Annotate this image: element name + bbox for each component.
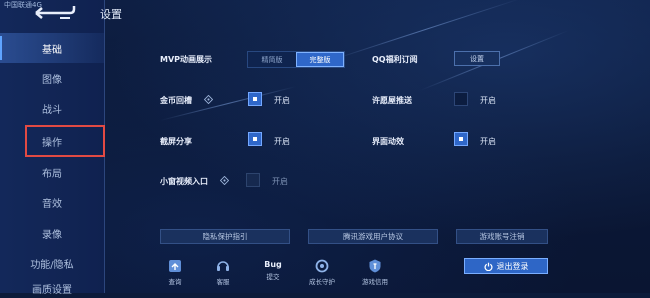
coin-state: 开启 bbox=[274, 96, 290, 105]
power-icon bbox=[483, 262, 493, 271]
sidebar-item-sound[interactable]: 音效 bbox=[0, 187, 104, 217]
page-title: 设置 bbox=[100, 8, 122, 21]
sidebar-item-privacy[interactable]: 功能/隐私 bbox=[0, 248, 104, 278]
info-icon[interactable] bbox=[204, 95, 213, 104]
sidebar-item-battle[interactable]: 战斗 bbox=[0, 93, 104, 123]
window-label: 小窗视频入口 bbox=[160, 177, 208, 186]
coin-label: 金币回槽 bbox=[160, 96, 192, 105]
window-state: 开启 bbox=[272, 177, 288, 186]
anim-label: 界面动效 bbox=[372, 137, 404, 146]
back-icon[interactable] bbox=[30, 4, 76, 22]
logout-button[interactable]: 退出登录 bbox=[464, 258, 548, 274]
growth-guard-icon bbox=[315, 259, 329, 273]
sidebar-item-basic[interactable]: 基础 bbox=[0, 33, 104, 63]
anim-state: 开启 bbox=[480, 137, 496, 146]
qq-settings-button[interactable]: 设置 bbox=[454, 51, 500, 66]
bottom-credit[interactable]: 游戏信用 bbox=[357, 258, 393, 286]
bottom-bug[interactable]: Bug 提交 bbox=[255, 258, 291, 281]
sidebar-item-layout[interactable]: 布局 bbox=[0, 157, 104, 187]
mvp-option-lite[interactable]: 精简版 bbox=[248, 52, 296, 67]
mvp-option-full[interactable]: 完整版 bbox=[296, 52, 344, 67]
window-checkbox[interactable] bbox=[246, 173, 260, 187]
wish-label: 许愿屋推送 bbox=[372, 96, 412, 105]
mvp-label: MVP动画展示 bbox=[160, 55, 213, 64]
wish-state: 开启 bbox=[480, 96, 496, 105]
account-cancel-button[interactable]: 游戏账号注销 bbox=[456, 229, 548, 244]
sidebar-item-quality[interactable]: 画质设置 bbox=[0, 278, 104, 298]
bottom-growth[interactable]: 成长守护 bbox=[304, 258, 340, 286]
privacy-guide-button[interactable]: 隐私保护指引 bbox=[160, 229, 290, 244]
bottom-service[interactable]: 客服 bbox=[205, 258, 241, 286]
sidebar-item-recording[interactable]: 录像 bbox=[0, 218, 104, 248]
sidebar-item-image[interactable]: 图像 bbox=[0, 63, 104, 93]
qq-label: QQ福利订阅 bbox=[372, 55, 418, 64]
share-label: 截屏分享 bbox=[160, 137, 192, 146]
info-icon[interactable] bbox=[220, 176, 229, 185]
share-checkbox[interactable] bbox=[248, 132, 262, 146]
coin-checkbox[interactable] bbox=[248, 92, 262, 106]
search-icon bbox=[169, 260, 181, 272]
anim-checkbox[interactable] bbox=[454, 132, 468, 146]
customer-service-icon bbox=[217, 261, 229, 271]
mvp-segmented-control: 精简版 完整版 bbox=[247, 51, 345, 68]
share-state: 开启 bbox=[274, 137, 290, 146]
bug-icon: Bug bbox=[264, 260, 282, 269]
wish-checkbox[interactable] bbox=[454, 92, 468, 106]
bottom-query[interactable]: 查询 bbox=[157, 258, 193, 286]
highlight-annotation bbox=[25, 125, 105, 157]
user-agreement-button[interactable]: 腾讯游戏用户协议 bbox=[308, 229, 438, 244]
credit-shield-icon bbox=[369, 259, 381, 273]
